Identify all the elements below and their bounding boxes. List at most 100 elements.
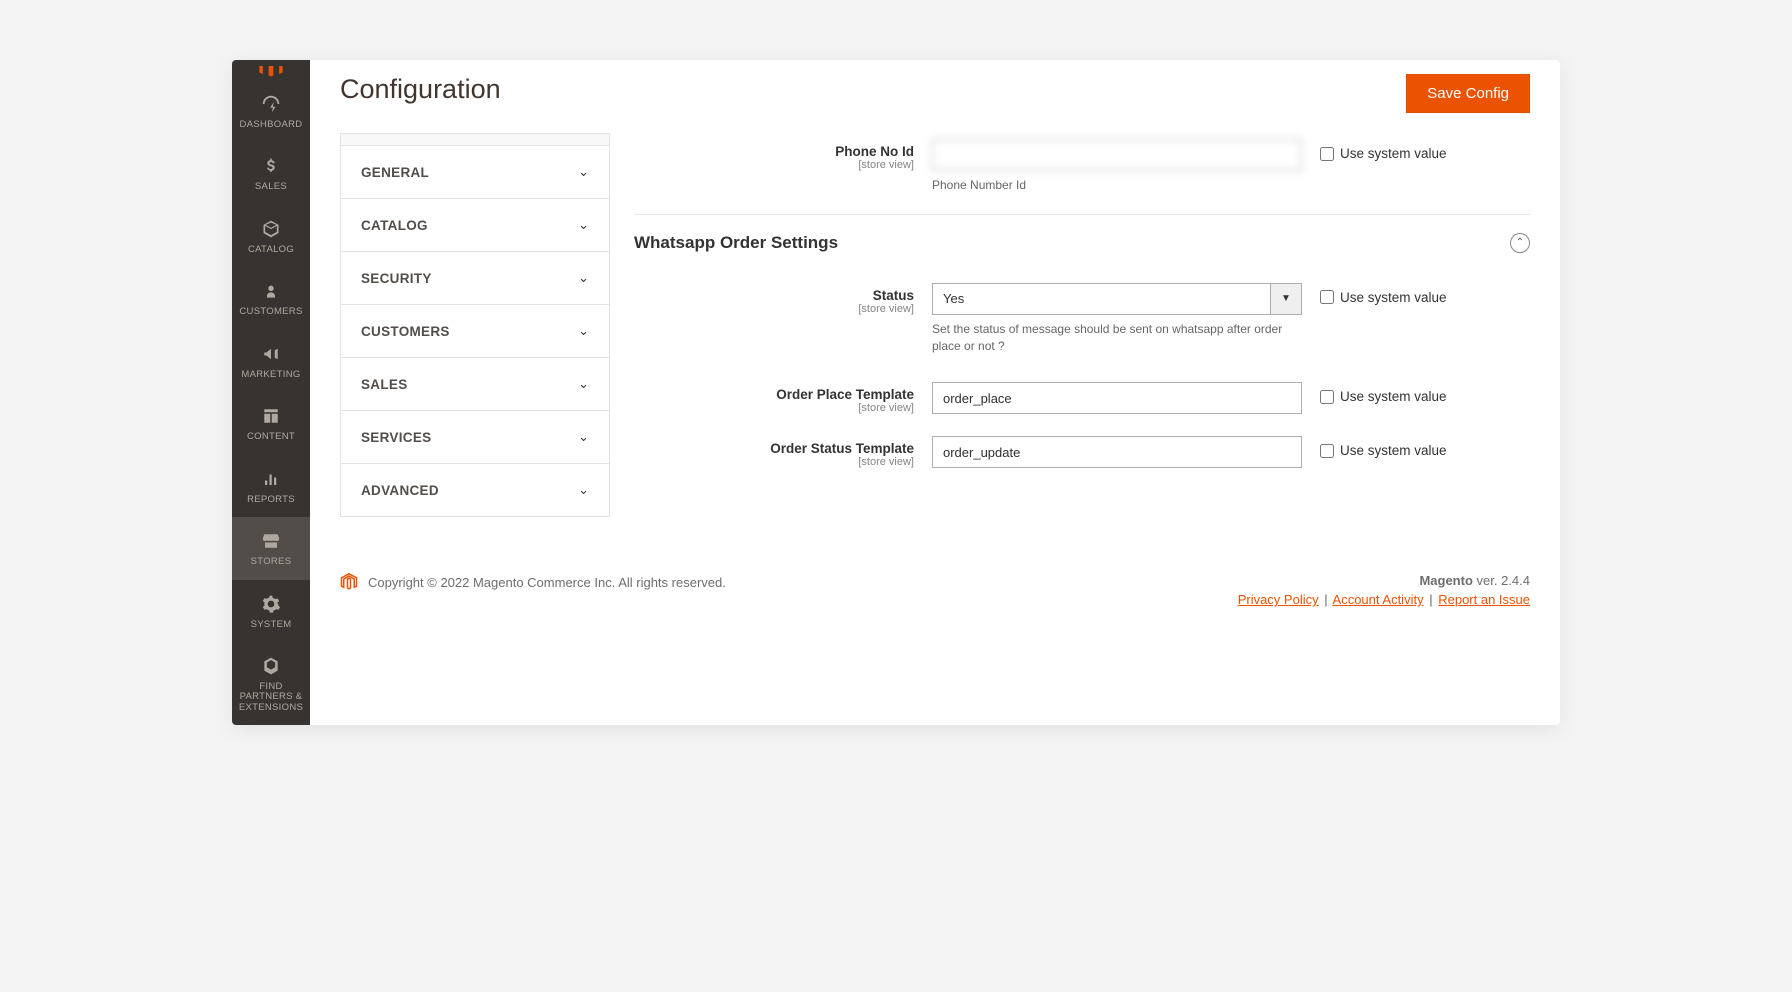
sidebar-item-partners[interactable]: FIND PARTNERS & EXTENSIONS <box>232 642 310 725</box>
field-label: Status <box>634 288 914 303</box>
admin-sidebar: DASHBOARD SALES CATALOG CUSTOMERS MARKET… <box>232 60 310 725</box>
select-value: Yes <box>932 283 1270 315</box>
order-status-template-input[interactable] <box>932 436 1302 468</box>
nav-label: CATALOG <box>234 245 308 255</box>
gear-icon <box>234 592 308 616</box>
checkbox-input[interactable] <box>1320 444 1334 458</box>
checkbox-input[interactable] <box>1320 290 1334 304</box>
tab-catalog[interactable]: CATALOG⌄ <box>341 199 609 252</box>
app-frame: DASHBOARD SALES CATALOG CUSTOMERS MARKET… <box>232 60 1560 725</box>
collapse-icon[interactable]: ⌃ <box>1510 233 1530 253</box>
order-place-template-input[interactable] <box>932 382 1302 414</box>
content-area: GENERAL⌄ CATALOG⌄ SECURITY⌄ CUSTOMERS⌄ S… <box>310 133 1560 547</box>
section-divider <box>634 214 1530 215</box>
layout-icon <box>234 404 308 428</box>
field-scope: [store view] <box>634 159 914 171</box>
chevron-down-icon: ⌄ <box>578 429 589 445</box>
tab-security[interactable]: SECURITY ⌄ <box>341 252 609 305</box>
sidebar-item-sales[interactable]: SALES <box>232 142 310 204</box>
nav-label: CONTENT <box>234 432 308 442</box>
sidebar-item-customers[interactable]: CUSTOMERS <box>232 267 310 329</box>
section-whatsapp-order-settings[interactable]: Whatsapp Order Settings ⌃ <box>634 233 1530 253</box>
page-footer: Copyright © 2022 Magento Commerce Inc. A… <box>310 547 1560 633</box>
tab-label: CATALOG <box>361 218 428 233</box>
chevron-down-icon: ⌄ <box>578 482 589 498</box>
checkbox-input[interactable] <box>1320 147 1334 161</box>
phone-no-id-input[interactable] <box>932 139 1302 171</box>
privacy-policy-link[interactable]: Privacy Policy <box>1238 592 1319 607</box>
sidebar-item-system[interactable]: SYSTEM <box>232 580 310 642</box>
field-scope: [store view] <box>634 456 914 468</box>
tab-general[interactable]: GENERAL⌄ <box>341 146 609 199</box>
checkbox-label: Use system value <box>1340 443 1447 458</box>
product-name: Magento <box>1419 573 1472 588</box>
nav-label: DASHBOARD <box>234 120 308 130</box>
tab-label: SALES <box>361 377 408 392</box>
nav-label: FIND PARTNERS & EXTENSIONS <box>234 682 308 713</box>
tab-customers[interactable]: CUSTOMERS⌄ <box>341 305 609 358</box>
section-title-text: Whatsapp Order Settings <box>634 233 838 253</box>
use-system-value-checkbox[interactable]: Use system value <box>1320 283 1530 305</box>
tab-services[interactable]: SERVICES ⌄ <box>341 411 609 464</box>
tab-label: SERVICES <box>361 430 431 445</box>
sidebar-item-content[interactable]: CONTENT <box>232 392 310 454</box>
sidebar-item-stores[interactable]: STORES <box>232 517 310 579</box>
footer-left: Copyright © 2022 Magento Commerce Inc. A… <box>340 573 726 591</box>
chevron-down-icon: ⌄ <box>578 323 589 339</box>
version-text: ver. 2.4.4 <box>1473 573 1530 588</box>
tab-label: SECURITY <box>361 271 432 286</box>
field-label: Phone No Id <box>634 144 914 159</box>
chevron-down-icon[interactable]: ▼ <box>1270 283 1302 315</box>
puzzle-icon <box>234 654 308 678</box>
bars-icon <box>234 467 308 491</box>
form-area: Phone No Id [store view] Phone Number Id… <box>634 133 1530 517</box>
copyright-text: Copyright © 2022 Magento Commerce Inc. A… <box>368 575 726 590</box>
dashboard-icon <box>234 92 308 116</box>
chevron-down-icon: ⌄ <box>578 376 589 392</box>
account-activity-link[interactable]: Account Activity <box>1333 592 1424 607</box>
save-config-button[interactable]: Save Config <box>1406 74 1530 113</box>
config-tabs: GENERAL⌄ CATALOG⌄ SECURITY⌄ CUSTOMERS⌄ S… <box>340 133 610 517</box>
separator: | <box>1324 592 1327 607</box>
sidebar-item-dashboard[interactable]: DASHBOARD <box>232 80 310 142</box>
chevron-down-icon: ⌄ <box>578 164 589 180</box>
checkbox-label: Use system value <box>1340 146 1447 161</box>
main-content: Configuration Save Config GENERAL⌄ CATAL… <box>310 60 1560 725</box>
use-system-value-checkbox[interactable]: Use system value <box>1320 382 1530 404</box>
page-title: Configuration <box>340 74 501 105</box>
checkbox-label: Use system value <box>1340 389 1447 404</box>
nav-label: CUSTOMERS <box>234 307 308 317</box>
status-select[interactable]: Yes ▼ <box>932 283 1302 315</box>
checkbox-input[interactable] <box>1320 390 1334 404</box>
report-issue-link[interactable]: Report an Issue <box>1438 592 1530 607</box>
sidebar-item-reports[interactable]: REPORTS <box>232 455 310 517</box>
field-order-status-template: Order Status Template [store view] Use s… <box>634 436 1530 468</box>
person-icon <box>234 279 308 303</box>
nav-label: MARKETING <box>234 370 308 380</box>
sidebar-item-marketing[interactable]: MARKETING <box>232 330 310 392</box>
tab-advanced[interactable]: ADVANCED⌄ <box>341 464 609 516</box>
magento-logo-icon <box>232 66 310 80</box>
sidebar-item-catalog[interactable]: CATALOG <box>232 205 310 267</box>
tabs-spacer <box>341 134 609 146</box>
field-status: Status [store view] Yes ▼ Set the status… <box>634 283 1530 355</box>
separator: | <box>1429 592 1432 607</box>
use-system-value-checkbox[interactable]: Use system value <box>1320 139 1530 161</box>
version-line: Magento ver. 2.4.4 <box>1238 573 1530 588</box>
footer-right: Magento ver. 2.4.4 Privacy Policy | Acco… <box>1238 573 1530 607</box>
dollar-icon <box>234 154 308 178</box>
use-system-value-checkbox[interactable]: Use system value <box>1320 436 1530 458</box>
chevron-down-icon: ⌄ <box>578 270 589 286</box>
nav-label: STORES <box>234 557 308 567</box>
field-scope: [store view] <box>634 303 914 315</box>
nav-label: SYSTEM <box>234 620 308 630</box>
field-phone-no-id: Phone No Id [store view] Phone Number Id… <box>634 139 1530 194</box>
field-label: Order Status Template <box>634 441 914 456</box>
store-icon <box>234 529 308 553</box>
tab-sales[interactable]: SALES ⌄ <box>341 358 609 411</box>
page-header: Configuration Save Config <box>310 60 1560 133</box>
magento-outline-icon <box>340 573 358 591</box>
field-help: Set the status of message should be sent… <box>932 321 1302 355</box>
nav-label: SALES <box>234 182 308 192</box>
field-help: Phone Number Id <box>932 177 1302 194</box>
